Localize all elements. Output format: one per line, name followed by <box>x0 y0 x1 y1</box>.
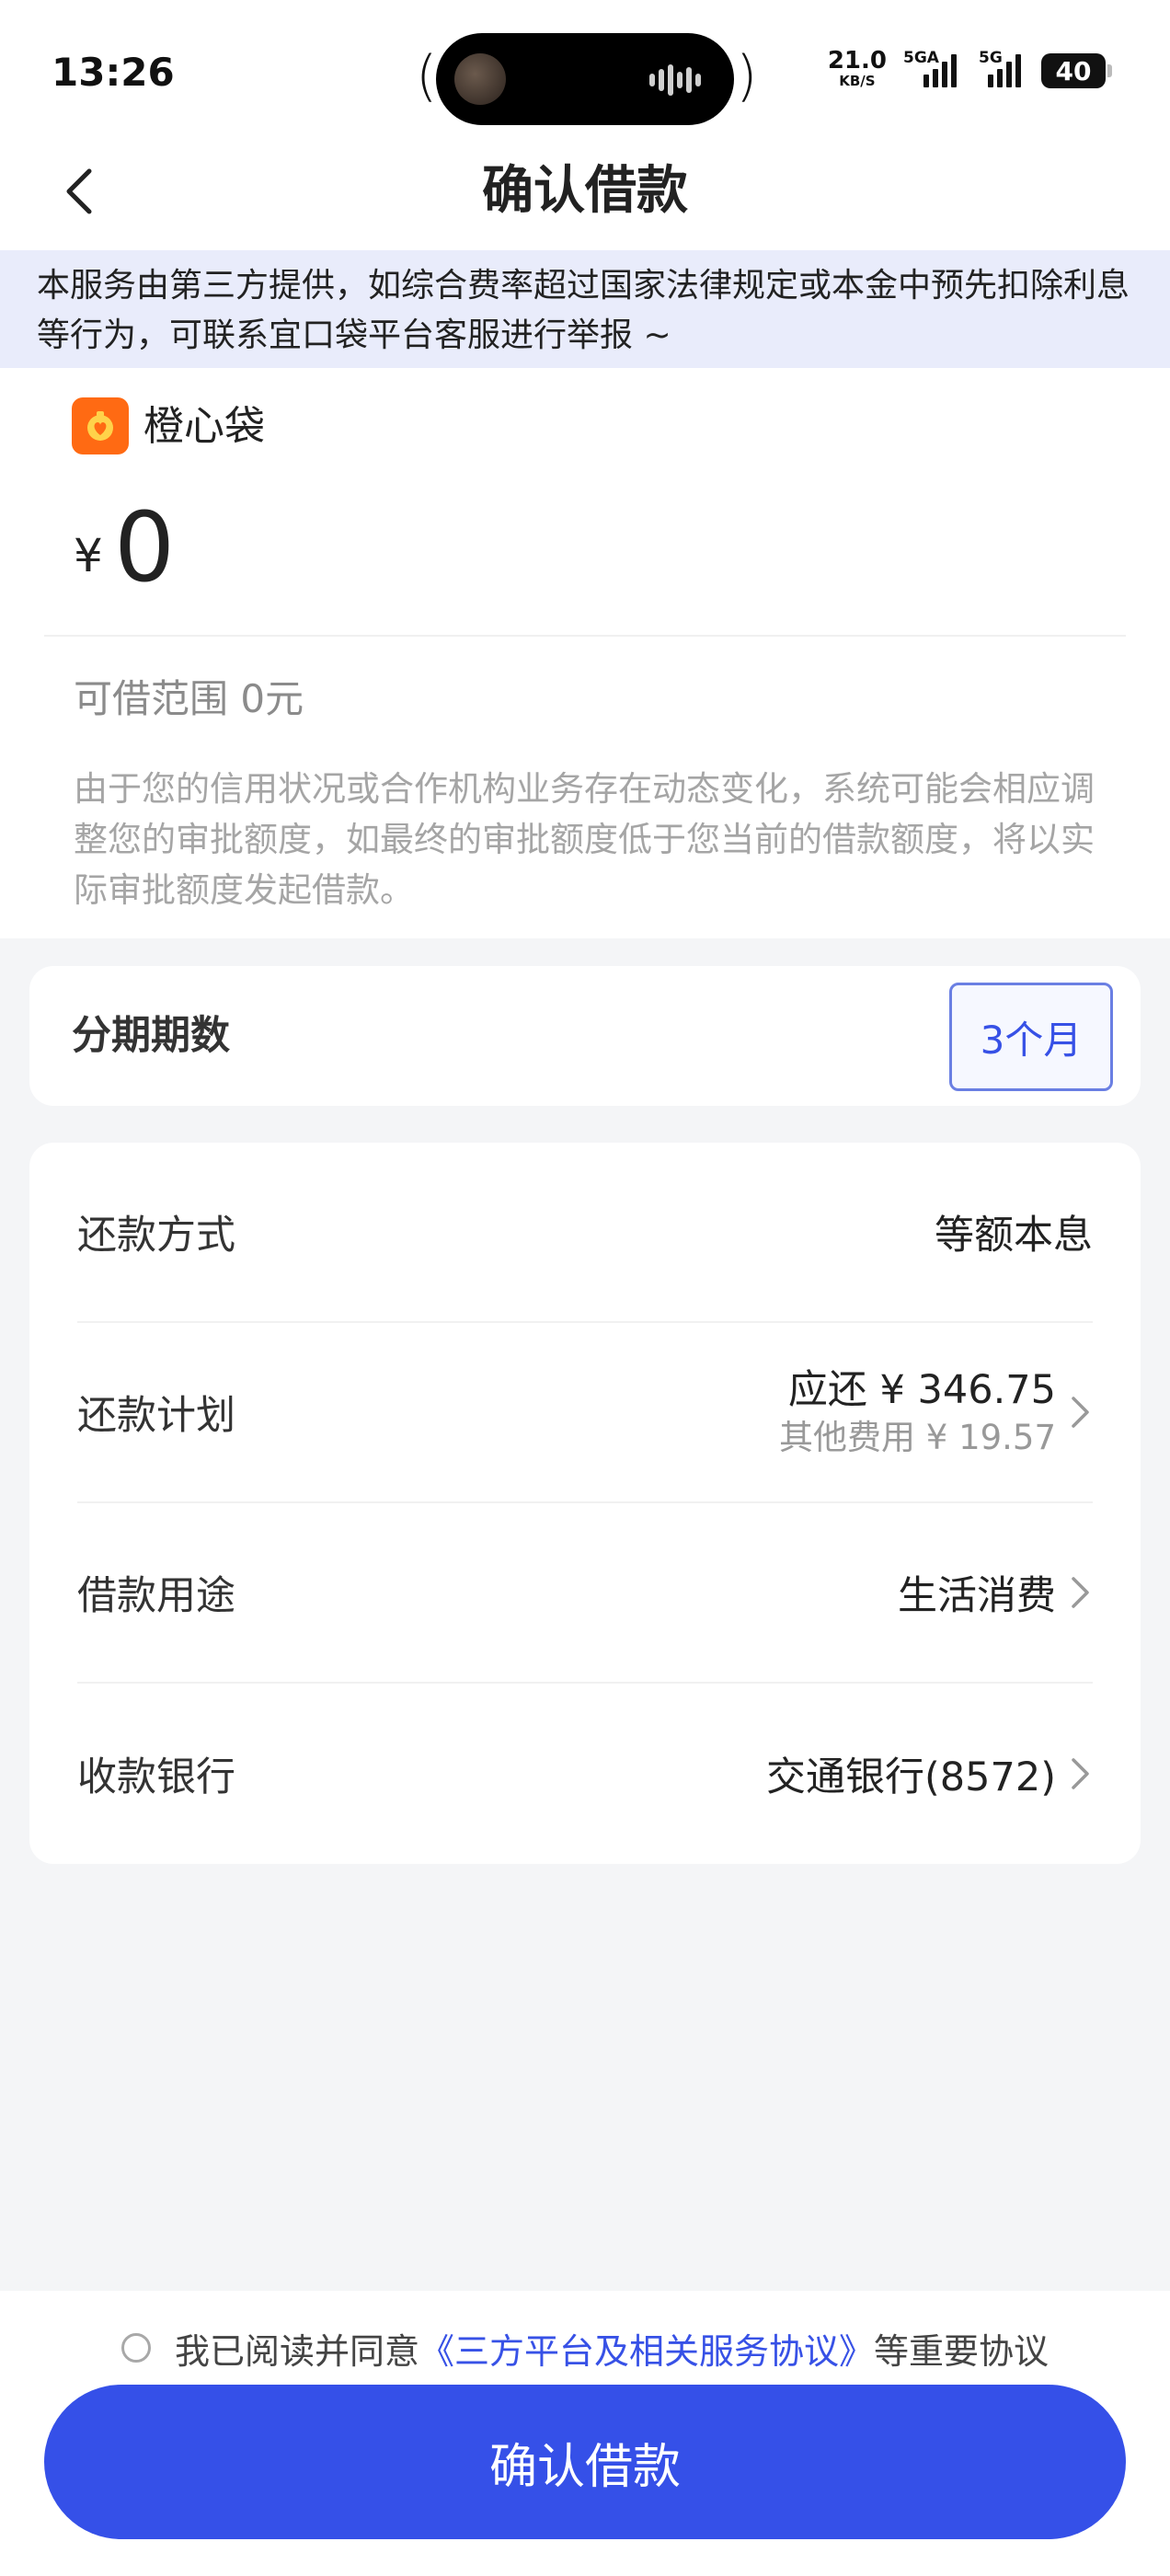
media-thumbnail-icon <box>454 53 506 105</box>
dynamic-island[interactable] <box>436 33 734 125</box>
loan-range-text: 可借范围 0元 <box>74 676 304 721</box>
battery-icon: 40 <box>1041 53 1112 88</box>
credit-disclaimer: 由于您的信用状况或合作机构业务存在动态变化，系统可能会相应调整您的审批额度，如最… <box>74 769 1095 910</box>
confirm-loan-button[interactable]: 确认借款 <box>44 2385 1126 2539</box>
repay-method-row: 还款方式 等额本息 <box>77 1143 1093 1323</box>
agreement-checkbox[interactable] <box>120 2333 151 2363</box>
repay-method-value: 等额本息 <box>935 1213 1093 1259</box>
audio-wave-icon <box>649 64 706 96</box>
agreement-row: 我已阅读并同意《三方平台及相关服务协议》等重要协议 <box>0 2309 1170 2386</box>
notice-banner: 本服务由第三方提供，如综合费率超过国家法律规定或本金中预先扣除利息等行为，可联系… <box>0 250 1170 368</box>
repay-plan-due: 应还 ¥ 346.75 <box>787 1367 1056 1413</box>
agreement-prefix: 我已阅读并同意 <box>174 2330 419 2372</box>
repay-plan-row[interactable]: 还款计划 应还 ¥ 346.75 其他费用 ¥ 19.57 <box>77 1323 1093 1503</box>
loan-amount-card: 橙心袋 ¥ 0 可借范围 0元 由于您的信用状况或合作机构业务存在动态变化，系统… <box>0 368 1170 938</box>
chevron-right-icon <box>1072 1758 1089 1789</box>
loan-purpose-row[interactable]: 借款用途 生活消费 <box>77 1503 1093 1684</box>
nav-bar: 确认借款 <box>0 138 1170 250</box>
cellular-signal-icon: 5GA <box>903 49 962 87</box>
installment-label: 分期期数 <box>72 1013 230 1059</box>
repay-plan-label: 还款计划 <box>77 1393 235 1439</box>
status-indicators: 21.0 KB/S 5GA 5G 40 <box>827 47 1112 94</box>
page-title: 确认借款 <box>482 161 688 221</box>
divider <box>44 635 1126 637</box>
repay-method-label: 还款方式 <box>77 1213 235 1259</box>
network-speed: 21.0 KB/S <box>827 47 887 89</box>
loan-amount-input[interactable]: 0 <box>114 488 175 607</box>
currency-symbol: ¥ <box>74 529 103 582</box>
island-right-bracket: ) <box>736 44 758 109</box>
lender-name: 橙心袋 <box>143 403 265 450</box>
status-bar: 13:26 ( ) 21.0 KB/S 5GA 5G 40 <box>0 0 1170 138</box>
chevron-right-icon <box>1072 1577 1089 1608</box>
loan-purpose-label: 借款用途 <box>77 1573 235 1619</box>
agreement-link[interactable]: 《三方平台及相关服务协议》 <box>419 2331 874 2372</box>
receiving-bank-row[interactable]: 收款银行 交通银行(8572) <box>77 1684 1093 1864</box>
lender-logo-icon <box>72 397 129 454</box>
receiving-bank-label: 收款银行 <box>77 1754 235 1800</box>
installment-card: 分期期数 3个月 <box>29 966 1141 1106</box>
repay-plan-fee: 其他费用 ¥ 19.57 <box>779 1418 1056 1457</box>
loan-purpose-value: 生活消费 <box>898 1573 1056 1619</box>
cellular-signal-2-icon: 5G <box>979 49 1025 87</box>
loan-details-card: 还款方式 等额本息 还款计划 应还 ¥ 346.75 其他费用 ¥ 19.57 … <box>29 1143 1141 1864</box>
island-left-bracket: ( <box>416 44 438 109</box>
agreement-suffix: 等重要协议 <box>874 2330 1050 2372</box>
installment-option-selected[interactable]: 3个月 <box>949 983 1113 1091</box>
status-time: 13:26 <box>52 50 175 95</box>
bottom-action-area: 我已阅读并同意《三方平台及相关服务协议》等重要协议 确认借款 <box>0 2291 1170 2576</box>
chevron-right-icon <box>1072 1397 1089 1428</box>
receiving-bank-value: 交通银行(8572) <box>766 1754 1056 1800</box>
